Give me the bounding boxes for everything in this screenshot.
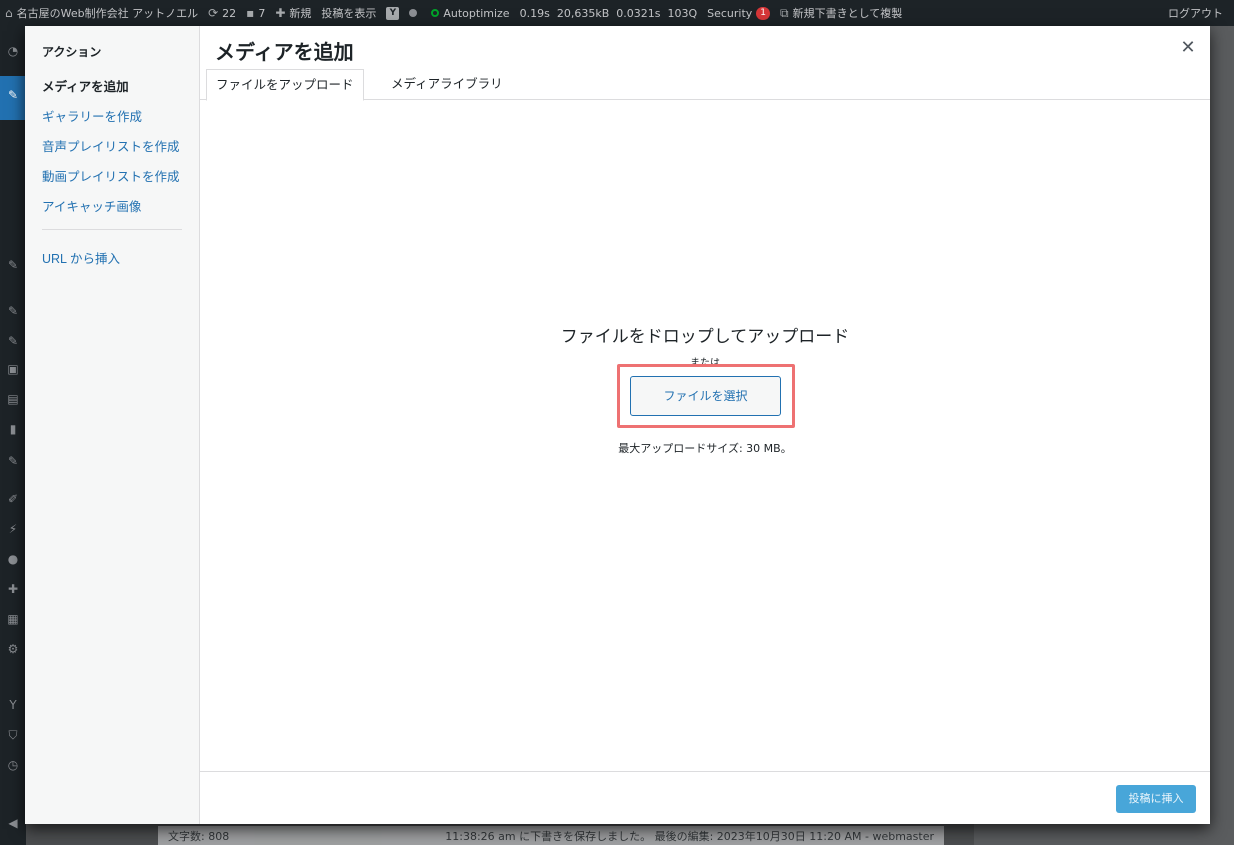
stat-memory: 20,635kB: [556, 6, 610, 20]
pin-icon[interactable]: ✎: [6, 258, 20, 272]
gear-icon[interactable]: ⚙: [6, 642, 20, 656]
modal-tabs: ファイルをアップロード メディアライブラリ: [200, 69, 1210, 101]
admin-menu: ◔ ✎ ✎ ✎ ✎ ▣ ▤ ▮ ✎ ✐ ⚡ ● ✚ ▦ ⚙ Y ⛉ ◷ ◀: [0, 26, 26, 845]
security-label: Security: [707, 6, 753, 20]
updates-icon: ⟳: [208, 6, 219, 20]
new-content-link[interactable]: ✚ 新規: [270, 0, 316, 26]
menu-item-create-gallery[interactable]: ギャラリーを作成: [42, 106, 142, 125]
users-icon[interactable]: ●: [6, 552, 20, 566]
view-post-label: 投稿を表示: [321, 7, 377, 20]
pages-icon[interactable]: ▤: [6, 392, 20, 406]
editor-status-bar: 文字数: 808 11:38:26 am に下書きを保存しました。 最後の編集:…: [158, 826, 944, 845]
media-modal: アクション メディアを追加 ギャラリーを作成 音声プレイリストを作成 動画プレイ…: [25, 26, 1210, 824]
shield-icon[interactable]: ⛉: [6, 728, 20, 742]
comments-icon[interactable]: ▮: [6, 422, 20, 436]
menu-heading: アクション: [42, 45, 102, 59]
max-upload-size: 最大アップロードサイズ: 30 MB。: [618, 442, 792, 455]
pin-icon[interactable]: ✎: [6, 454, 20, 468]
media-modal-menu: アクション メディアを追加 ギャラリーを作成 音声プレイリストを作成 動画プレイ…: [25, 26, 200, 824]
stat-queries: 103Q: [667, 6, 698, 20]
menu-item-featured-image[interactable]: アイキャッチ画像: [42, 196, 141, 215]
clock-icon[interactable]: ◷: [6, 758, 20, 772]
word-count: 文字数: 808: [168, 830, 230, 843]
comments-count: 7: [258, 6, 266, 20]
copy-icon: ⧉: [780, 5, 789, 20]
admin-bar: ⌂ 名古屋のWeb制作会社 アットノエル ⟳ 22 ▪ 7 ✚ 新規 投稿を表示…: [0, 0, 1234, 26]
menu-item-audio-playlist[interactable]: 音声プレイリストを作成: [42, 136, 180, 155]
yoast-menu[interactable]: Y: [381, 0, 404, 26]
menu-separator: [42, 229, 182, 230]
status-dot-icon: [409, 9, 418, 17]
duplicate-draft-label: 新規下書きとして複製: [792, 7, 903, 20]
menu-item-insert-from-url[interactable]: URL から挿入: [42, 248, 120, 267]
upload-dropzone[interactable]: ファイルをドロップしてアップロード または ファイルを選択 最大アップロードサイ…: [200, 100, 1210, 771]
insert-into-post-button[interactable]: 投稿に挿入: [1116, 785, 1196, 813]
menu-item-add-media[interactable]: メディアを追加: [42, 76, 129, 95]
drop-instructions: ファイルをドロップしてアップロード: [560, 327, 850, 346]
view-post-link[interactable]: 投稿を表示: [316, 0, 381, 26]
dashboard-icon[interactable]: ◔: [6, 44, 20, 58]
tab-upload-files[interactable]: ファイルをアップロード: [206, 69, 364, 101]
pin-icon[interactable]: ✎: [6, 88, 20, 102]
plus-icon: ✚: [275, 6, 286, 20]
logout-link[interactable]: ログアウト: [1163, 0, 1228, 26]
duplicate-draft-link[interactable]: ⧉ 新規下書きとして複製: [775, 0, 907, 26]
autoptimize-status-icon: [431, 9, 440, 17]
autosave-status: 11:38:26 am に下書きを保存しました。 最後の編集: 2023年10月…: [445, 830, 934, 843]
appearance-icon[interactable]: ✐: [6, 492, 20, 506]
menu-item-video-playlist[interactable]: 動画プレイリストを作成: [42, 166, 180, 185]
modal-title: メディアを追加: [215, 42, 354, 64]
site-name-label: 名古屋のWeb制作会社 アットノエル: [16, 7, 199, 20]
comment-icon: ▪: [246, 6, 255, 20]
pin-icon[interactable]: ✎: [6, 334, 20, 348]
tab-media-library[interactable]: メディアライブラリ: [382, 69, 512, 100]
autoptimize-label: Autoptimize: [443, 6, 510, 20]
tools-icon[interactable]: ✚: [6, 582, 20, 596]
collapse-menu-icon[interactable]: ◀: [6, 816, 20, 830]
modal-toolbar: 投稿に挿入: [200, 771, 1210, 824]
updates-link[interactable]: ⟳ 22: [203, 0, 241, 26]
seo-score-indicator[interactable]: [404, 0, 426, 26]
media-icon[interactable]: ▣: [6, 362, 20, 376]
new-label: 新規: [289, 7, 312, 20]
settings-grid-icon[interactable]: ▦: [6, 612, 20, 626]
yoast-icon: Y: [386, 6, 400, 20]
stat-query-time: 0.0321s: [616, 6, 661, 20]
plugins-icon[interactable]: ⚡: [6, 522, 20, 536]
home-icon: ⌂: [5, 6, 13, 20]
stat-time: 0.19s: [519, 6, 550, 20]
logout-label: ログアウト: [1168, 7, 1223, 20]
site-name-link[interactable]: ⌂ 名古屋のWeb制作会社 アットノエル: [0, 0, 203, 26]
pin-icon[interactable]: ✎: [6, 304, 20, 318]
security-menu[interactable]: Security 1: [702, 0, 775, 26]
yoast-icon[interactable]: Y: [6, 698, 20, 712]
autoptimize-menu[interactable]: Autoptimize: [426, 0, 514, 26]
security-badge: 1: [756, 6, 771, 20]
close-icon[interactable]: ✕: [1176, 36, 1200, 60]
comments-link[interactable]: ▪ 7: [241, 0, 270, 26]
select-files-button[interactable]: ファイルを選択: [630, 376, 781, 416]
updates-count: 22: [222, 6, 237, 20]
query-monitor[interactable]: 0.19s 20,635kB 0.0321s 103Q: [515, 0, 703, 26]
